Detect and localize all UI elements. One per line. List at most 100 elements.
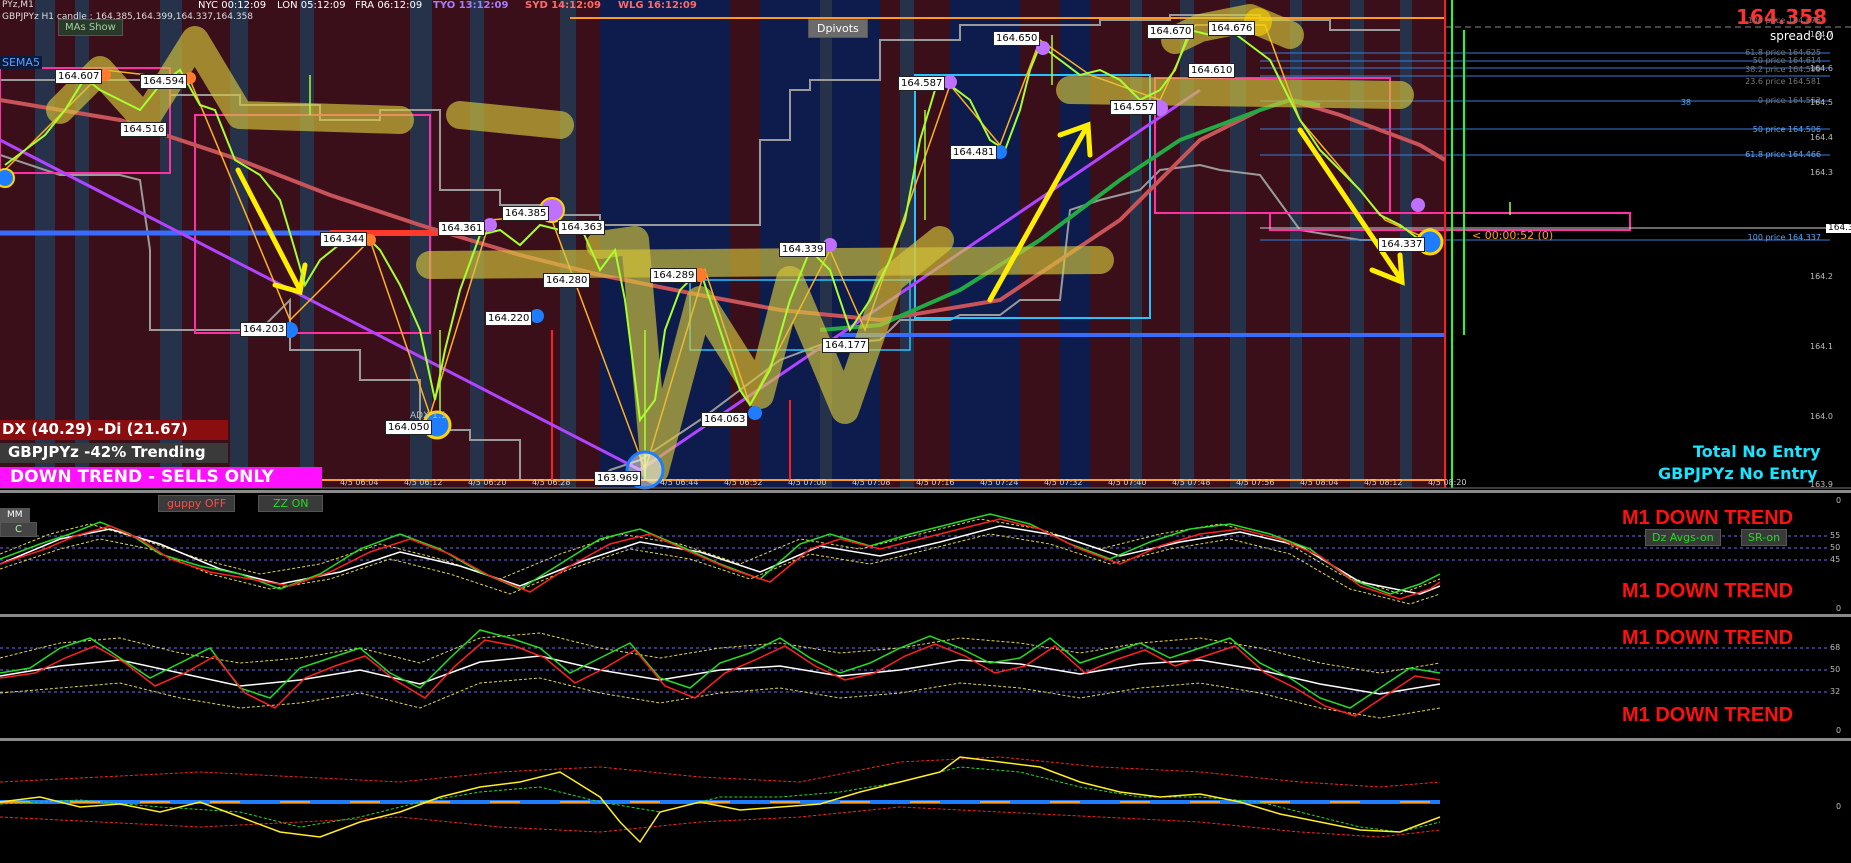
price-label: 164.289 — [650, 268, 698, 283]
session-nyc: NYC 00:12:09 — [198, 0, 267, 11]
time-axis-tick: 4/5 06:12 — [404, 478, 443, 487]
adx-small-label: ADX 1.1 — [410, 411, 447, 421]
c-button[interactable]: C — [0, 522, 37, 537]
time-axis-tick: 4/5 06:20 — [468, 478, 507, 487]
price-chart-canvas — [0, 0, 1851, 490]
dpivots-button[interactable]: Dpivots — [808, 19, 868, 38]
price-label: 164.337 — [1378, 237, 1426, 252]
time-axis-tick: 4/5 07:08 — [852, 478, 891, 487]
price-label: 164.385 — [502, 206, 550, 221]
oscillator-1-canvas — [0, 513, 1830, 605]
time-axis-tick: 4/5 07:56 — [1236, 478, 1275, 487]
oscillator-pane-2[interactable]: M1 DOWN TREND M1 DOWN TREND 68 50 32 0 — [0, 618, 1851, 738]
trend-signal: DOWN TREND - SELLS ONLY — [0, 467, 322, 488]
mm-button[interactable]: MM — [0, 508, 30, 523]
osc-axis-tick: 50 — [1830, 543, 1841, 552]
price-axis-tick: 164.2 — [1810, 272, 1833, 281]
price-axis-tick: 164.7 — [1810, 30, 1833, 39]
price-axis-tick: 164.0 — [1810, 412, 1833, 421]
osc-axis-tick: 50 — [1830, 665, 1841, 674]
price-label: 164.063 — [701, 412, 749, 427]
price-label: 164.481 — [950, 145, 998, 160]
osc-axis-tick: 0 — [1836, 604, 1842, 613]
price-label: 164.610 — [1188, 63, 1236, 78]
zigzag-toggle-button[interactable]: ZZ ON — [258, 495, 324, 512]
m1-trend-label: M1 DOWN TREND — [1622, 627, 1794, 649]
price-label: 164.280 — [543, 273, 591, 288]
osc-axis-tick: 0 — [1836, 726, 1842, 735]
price-label: 164.670 — [1147, 24, 1195, 39]
time-axis-tick: 4/5 07:48 — [1172, 478, 1211, 487]
price-label: 164.220 — [485, 311, 533, 326]
price-axis-tick: 164.3 — [1810, 168, 1833, 177]
fib-label: 38 — [1680, 98, 1691, 107]
current-price-tag: 164.358 — [1826, 224, 1851, 233]
time-axis-tick: 4/5 07:24 — [980, 478, 1019, 487]
time-axis-tick: 4/5 08:20 — [1428, 478, 1467, 487]
price-label: 164.587 — [898, 76, 946, 91]
session-syd: SYD 14:12:09 — [525, 0, 601, 11]
oscillator-2-canvas — [0, 629, 1830, 719]
price-label: 164.177 — [822, 338, 870, 353]
pane-separator[interactable] — [0, 490, 1851, 493]
oscillator-3-canvas — [0, 756, 1441, 844]
total-entry-status: Total No Entry — [1693, 442, 1821, 461]
ema-label: SEMA5 — [0, 56, 42, 69]
osc-axis-tick: 68 — [1830, 643, 1841, 652]
candle-info: GBPJPYz H1 candle : 164.385,164.399,164.… — [2, 12, 254, 22]
pane-separator[interactable] — [0, 614, 1851, 617]
dz-avgs-button[interactable]: Dz Avgs-on — [1645, 529, 1721, 546]
price-label: 164.607 — [55, 69, 103, 84]
price-label: 164.203 — [240, 322, 288, 337]
time-axis-tick: 4/5 08:12 — [1364, 478, 1403, 487]
osc-axis-tick: 45 — [1830, 555, 1841, 564]
time-axis-tick: 4/5 06:52 — [724, 478, 763, 487]
chart-symbol-title: PYz,M1 — [2, 0, 34, 10]
price-label: 164.516 — [120, 122, 168, 137]
time-axis-tick: 4/5 07:00 — [788, 478, 827, 487]
session-lon: LON 05:12:09 — [277, 0, 346, 11]
time-axis-tick: 4/5 06:44 — [660, 478, 699, 487]
price-label: 164.361 — [438, 221, 486, 236]
time-axis-tick: 4/5 08:04 — [1300, 478, 1339, 487]
price-label: 164.050 — [385, 420, 433, 435]
pair-entry-status: GBPJPYz No Entry — [1658, 464, 1818, 483]
fib-label: 100 price 164.676 — [1747, 16, 1821, 25]
price-label: 164.650 — [993, 31, 1041, 46]
price-label: 164.676 — [1208, 21, 1256, 36]
price-axis-tick: 164.6 — [1810, 64, 1833, 73]
price-label: 164.344 — [320, 232, 368, 247]
price-label: 163.969 — [594, 471, 642, 486]
sr-button[interactable]: SR-on — [1741, 529, 1788, 546]
fib-label: 61.8 price 164.466 — [1745, 150, 1821, 159]
time-axis-tick: 4/5 07:32 — [1044, 478, 1083, 487]
m1-trend-label: M1 DOWN TREND — [1622, 507, 1794, 529]
price-axis-tick: 164.1 — [1810, 342, 1833, 351]
time-axis-tick: 4/5 06:04 — [340, 478, 379, 487]
price-label: 164.339 — [779, 242, 827, 257]
osc-axis-tick: 55 — [1830, 531, 1841, 540]
time-axis-tick: 4/5 07:16 — [916, 478, 955, 487]
osc-axis-tick: 0 — [1836, 802, 1842, 811]
trend-strength: GBPJPYz -42% Trending — [0, 443, 228, 463]
session-tyo: TYO 13:12:09 — [433, 0, 509, 11]
price-axis-tick: 164.5 — [1810, 98, 1833, 107]
price-axis-tick: 164.4 — [1810, 133, 1833, 142]
price-label: 164.557 — [1110, 100, 1158, 115]
osc-axis-tick: 32 — [1830, 687, 1841, 696]
session-fra: FRA 06:12:09 — [355, 0, 423, 11]
m1-trend-label: M1 DOWN TREND — [1622, 580, 1794, 602]
m1-trend-label: M1 DOWN TREND — [1622, 704, 1794, 726]
guppy-toggle-button[interactable]: guppy OFF — [158, 495, 236, 512]
oscillator-pane-3[interactable]: 0 — [0, 742, 1851, 863]
ma-show-button[interactable]: MAs Show — [58, 19, 123, 36]
pane-separator[interactable] — [0, 738, 1851, 741]
price-label: 164.594 — [140, 74, 188, 89]
time-axis-tick: 4/5 06:28 — [532, 478, 571, 487]
price-chart-pane[interactable]: PYz,M1 GBPJPYz H1 candle : 164.385,164.3… — [0, 0, 1851, 490]
fib-label: 100 price 164.337 — [1747, 233, 1821, 242]
oscillator-pane-1[interactable]: guppy OFF ZZ ON MM C Dz Avgs-on SR-on M1… — [0, 494, 1851, 614]
time-axis-tick: 4/5 07:40 — [1108, 478, 1147, 487]
price-label: 164.363 — [558, 220, 606, 235]
fib-label: 23.6 price 164.581 — [1745, 77, 1821, 86]
